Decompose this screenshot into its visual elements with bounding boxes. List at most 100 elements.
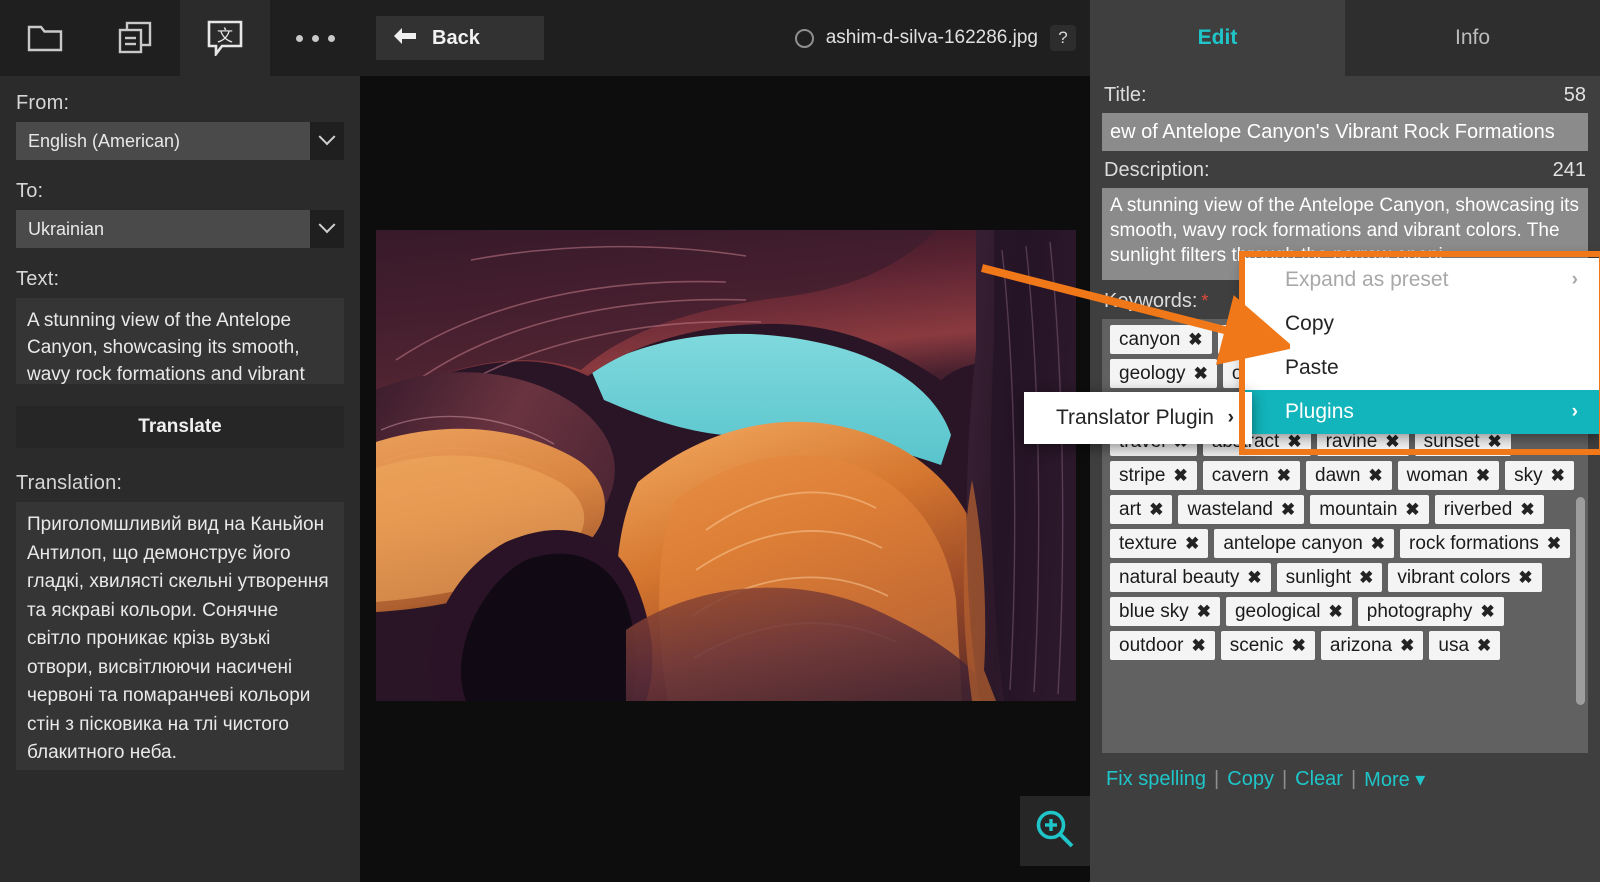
menu-item-label: Expand as preset: [1285, 268, 1449, 291]
fix-spelling-link[interactable]: Fix spelling: [1106, 768, 1206, 791]
keyword-tag[interactable]: geological ✖: [1225, 597, 1352, 626]
keyword-label: blue sky: [1119, 600, 1189, 622]
remove-keyword-icon[interactable]: ✖: [1477, 636, 1491, 656]
remove-keyword-icon[interactable]: ✖: [1476, 466, 1490, 486]
copy-keywords-link[interactable]: Copy: [1227, 768, 1274, 791]
keyword-label: outdoor: [1119, 634, 1184, 656]
keyword-tag[interactable]: canyon ✖: [1110, 325, 1212, 354]
svg-text:文: 文: [217, 26, 233, 45]
translator-form: From: English (American) To: Ukrainian T…: [0, 76, 360, 770]
keyword-tag[interactable]: scenic ✖: [1220, 631, 1315, 660]
more-keywords-link[interactable]: More ▾: [1364, 767, 1425, 792]
to-dropdown-button[interactable]: [310, 210, 344, 248]
remove-keyword-icon[interactable]: ✖: [1188, 330, 1202, 350]
title-input[interactable]: ew of Antelope Canyon's Vibrant Rock For…: [1102, 113, 1588, 151]
keyword-tag[interactable]: photography ✖: [1357, 597, 1504, 626]
keyword-tag[interactable]: antelope canyon ✖: [1214, 529, 1395, 558]
remove-keyword-icon[interactable]: ✖: [1520, 500, 1534, 520]
remove-keyword-icon[interactable]: ✖: [1287, 432, 1301, 452]
keyword-tag[interactable]: rock formations ✖: [1400, 529, 1571, 558]
remove-keyword-icon[interactable]: ✖: [1405, 500, 1419, 520]
menu-item-expand-as-preset[interactable]: Expand as preset ›: [1245, 258, 1600, 302]
source-text-input[interactable]: A stunning view of the Antelope Canyon, …: [16, 298, 344, 384]
remove-keyword-icon[interactable]: ✖: [1329, 602, 1343, 622]
keyword-tag[interactable]: blue sky ✖: [1110, 597, 1220, 626]
remove-keyword-icon[interactable]: ✖: [1547, 534, 1561, 554]
translation-output[interactable]: Приголомшливий вид на Каньйон Антилоп, щ…: [16, 502, 344, 770]
remove-keyword-icon[interactable]: ✖: [1385, 432, 1399, 452]
keyword-label: woman: [1406, 464, 1468, 486]
remove-keyword-icon[interactable]: ✖: [1371, 534, 1385, 554]
keyword-tag[interactable]: dawn ✖: [1306, 461, 1392, 490]
help-button[interactable]: ?: [1050, 25, 1076, 51]
keyword-tag[interactable]: mountain ✖: [1310, 495, 1429, 524]
remove-keyword-icon[interactable]: ✖: [1191, 636, 1205, 656]
keyword-tag[interactable]: stripe ✖: [1110, 461, 1197, 490]
keyword-tag[interactable]: usa ✖: [1429, 631, 1501, 660]
menu-item-copy[interactable]: Copy: [1245, 302, 1600, 346]
action-separator: |: [1214, 768, 1220, 790]
remove-keyword-icon[interactable]: ✖: [1247, 568, 1261, 588]
plugins-submenu-item-translator[interactable]: Translator Plugin ›: [1024, 392, 1252, 444]
tab-edit[interactable]: Edit: [1090, 0, 1345, 76]
remove-keyword-icon[interactable]: ✖: [1149, 500, 1163, 520]
remove-keyword-icon[interactable]: ✖: [1194, 364, 1208, 384]
description-char-count: 241: [1552, 159, 1586, 181]
context-menu: Expand as preset › Copy Paste Plugins ›: [1245, 258, 1600, 434]
clear-keywords-link[interactable]: Clear: [1295, 768, 1343, 791]
action-separator: |: [1350, 768, 1357, 790]
remove-keyword-icon[interactable]: ✖: [1292, 636, 1306, 656]
more-tab[interactable]: [270, 0, 360, 76]
translation-label: Translation:: [16, 472, 123, 494]
remove-keyword-icon[interactable]: ✖: [1281, 500, 1295, 520]
from-dropdown-button[interactable]: [310, 122, 344, 160]
remove-keyword-icon[interactable]: ✖: [1197, 602, 1211, 622]
documents-tab[interactable]: [90, 0, 180, 76]
back-button[interactable]: Back: [376, 16, 544, 60]
antelope-canyon-photo[interactable]: [376, 230, 1076, 701]
translate-button[interactable]: Translate: [16, 406, 344, 448]
from-label: From:: [16, 92, 70, 114]
keyword-tag[interactable]: vibrant colors ✖: [1388, 563, 1542, 592]
keyword-label: natural beauty: [1119, 566, 1240, 588]
keyword-tag[interactable]: cavern ✖: [1202, 461, 1300, 490]
required-asterisk: *: [1201, 291, 1209, 311]
keyword-tag[interactable]: sky ✖: [1505, 461, 1574, 490]
menu-item-paste[interactable]: Paste: [1245, 346, 1600, 390]
tab-info[interactable]: Info: [1345, 0, 1600, 76]
keyword-tag[interactable]: art ✖: [1110, 495, 1173, 524]
keyword-tag[interactable]: texture ✖: [1110, 529, 1209, 558]
keyword-tag[interactable]: geology ✖: [1110, 359, 1217, 388]
arrow-left-icon: [392, 26, 418, 51]
remove-keyword-icon[interactable]: ✖: [1488, 432, 1502, 452]
keyword-tag[interactable]: wasteland ✖: [1178, 495, 1305, 524]
from-language-select[interactable]: English (American): [16, 122, 344, 160]
to-language-select[interactable]: Ukrainian: [16, 210, 344, 248]
remove-keyword-icon[interactable]: ✖: [1368, 466, 1382, 486]
viewer-toolbar: Back ashim-d-silva-162286.jpg ?: [360, 0, 1090, 76]
remove-keyword-icon[interactable]: ✖: [1185, 534, 1199, 554]
remove-keyword-icon[interactable]: ✖: [1518, 568, 1532, 588]
folder-icon: [27, 23, 63, 53]
zoom-in-button[interactable]: [1020, 796, 1090, 866]
keyword-actions: Fix spelling | Copy | Clear | More ▾: [1102, 753, 1588, 792]
remove-keyword-icon[interactable]: ✖: [1173, 466, 1187, 486]
remove-keyword-icon[interactable]: ✖: [1480, 602, 1494, 622]
keyword-label: cavern: [1211, 464, 1269, 486]
keyword-tag[interactable]: natural beauty ✖: [1110, 563, 1271, 592]
keyword-tag[interactable]: arizona ✖: [1320, 631, 1424, 660]
remove-keyword-icon[interactable]: ✖: [1551, 466, 1565, 486]
remove-keyword-icon[interactable]: ✖: [1400, 636, 1414, 656]
remove-keyword-icon[interactable]: ✖: [1359, 568, 1373, 588]
keyword-tag[interactable]: woman ✖: [1397, 461, 1500, 490]
keywords-scrollbar[interactable]: [1576, 497, 1585, 705]
remove-keyword-icon[interactable]: ✖: [1277, 466, 1291, 486]
menu-item-plugins[interactable]: Plugins ›: [1245, 390, 1600, 434]
translate-tab[interactable]: 文: [180, 0, 270, 76]
keywords-label: Keywords:: [1104, 290, 1198, 312]
keyword-tag[interactable]: sunlight ✖: [1276, 563, 1383, 592]
keyword-tag[interactable]: riverbed ✖: [1434, 495, 1544, 524]
keyword-tag[interactable]: outdoor ✖: [1110, 631, 1215, 660]
folder-tab[interactable]: [0, 0, 90, 76]
keyword-label: sunlight: [1285, 566, 1352, 588]
